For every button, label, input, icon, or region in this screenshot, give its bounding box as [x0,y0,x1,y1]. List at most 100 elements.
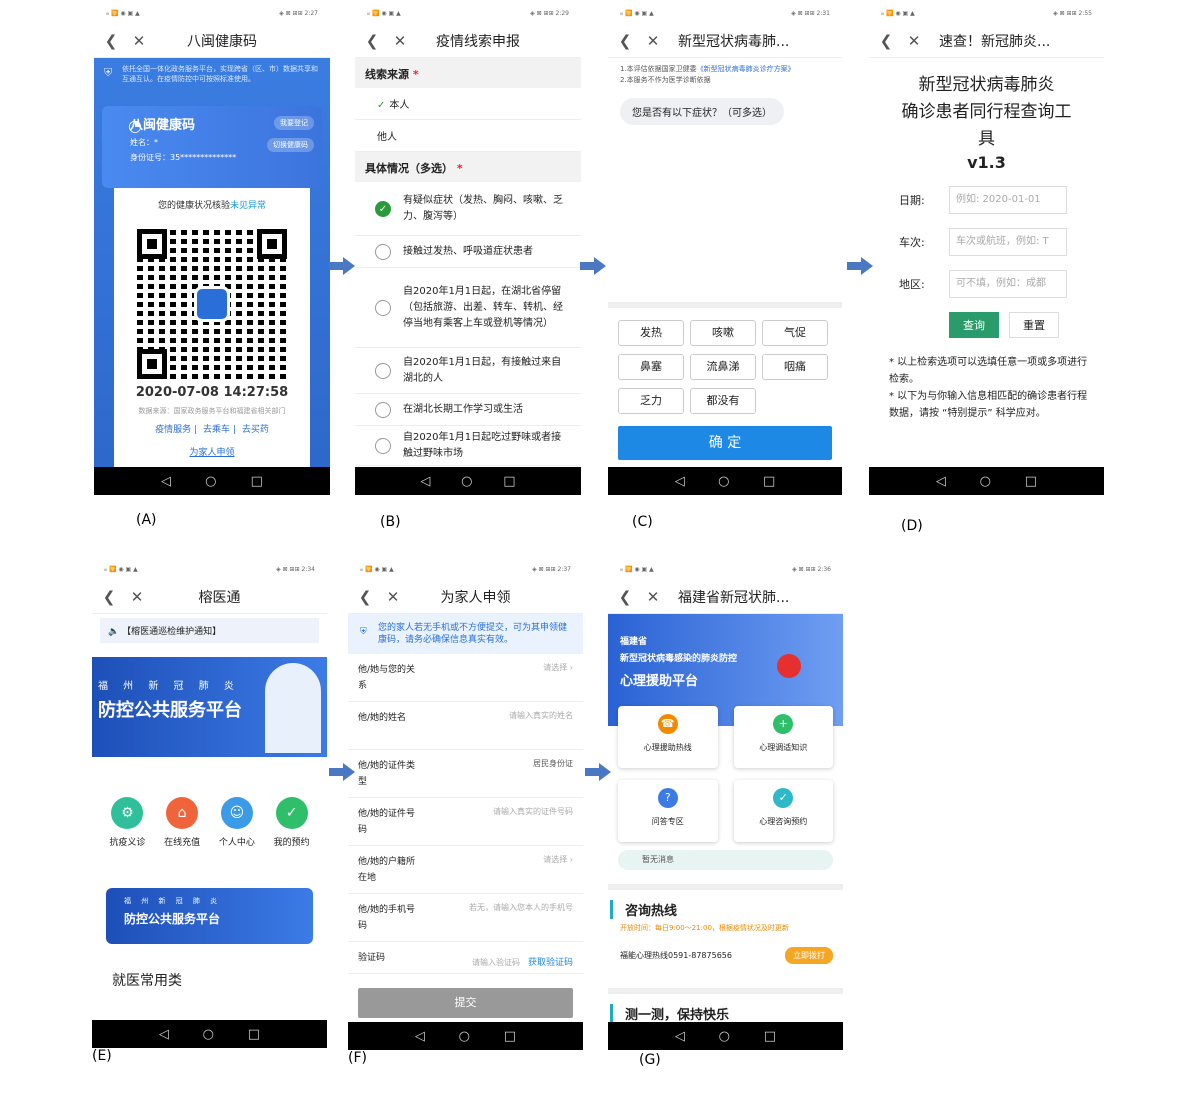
hotline-card[interactable]: ☎ 心理援助热线 [618,706,718,768]
close-icon[interactable]: ✕ [644,588,662,606]
apply-for-family-link[interactable]: 为家人申领 [114,445,310,458]
id-type-row[interactable]: 他/她的证件类型 居民身份证 [348,750,583,798]
close-icon[interactable]: ✕ [128,588,146,606]
back-triangle-icon[interactable]: ◁ [420,474,430,489]
back-icon[interactable]: ❮ [877,32,895,50]
gear-icon: ⚙ [111,797,144,829]
back-icon[interactable]: ❮ [616,32,634,50]
symptom-chip[interactable]: 乏力 [618,388,684,414]
symptom-chip[interactable]: 发热 [618,320,684,346]
area-input[interactable]: 可不填，例如：成都 [949,270,1067,298]
back-triangle-icon[interactable]: ◁ [675,1029,685,1044]
appointment-card[interactable]: ✓ 心理咨询预约 [733,780,833,842]
back-triangle-icon[interactable]: ◁ [159,1027,169,1042]
switch-code-button[interactable]: 切换健康码 [267,138,314,152]
home-circle-icon[interactable]: ○ [718,474,729,489]
home-circle-icon[interactable]: ○ [719,1029,730,1044]
home-circle-icon[interactable]: ○ [459,1029,470,1044]
caption-c: (C) [632,514,653,530]
ride-link[interactable]: 去乘车 [203,425,230,435]
back-icon[interactable]: ❮ [616,588,634,606]
back-triangle-icon[interactable]: ◁ [161,474,171,489]
date-input[interactable]: 例如: 2020-01-01 [949,186,1067,214]
back-triangle-icon[interactable]: ◁ [675,474,685,489]
situation-item[interactable]: ✓ 有疑似症状（发热、胸闷、咳嗽、乏力、腹泻等） [355,182,581,236]
get-code-button[interactable]: 获取验证码 [528,958,573,968]
situation-item[interactable]: 在湖北长期工作学习或生活 [355,394,581,426]
query-button[interactable]: 查询 [949,312,999,338]
train-input[interactable]: 车次或航班，例如: T [949,228,1067,256]
question-icon: ? [657,788,678,808]
back-icon[interactable]: ❮ [100,588,118,606]
call-now-button[interactable]: 立即拨打 [785,947,833,964]
situation-item[interactable]: 自2020年1月1日起吃过野味或者接触过野味市场 [355,426,581,466]
back-icon[interactable]: ❮ [356,588,374,606]
symptom-chip[interactable]: 咳嗽 [690,320,756,346]
symptom-chip[interactable]: 咽痛 [762,354,828,380]
android-nav-bar: ◁ ○ □ [348,1022,583,1050]
reset-button[interactable]: 重置 [1009,312,1059,338]
close-icon[interactable]: ✕ [384,588,402,606]
option-other[interactable]: 他人 [355,120,581,152]
maintenance-notice[interactable]: 🔈 【榕医通巡检维护通知】 [100,618,319,643]
relation-row[interactable]: 他/她与您的关系 请选择 › [348,654,583,702]
service-free-consult[interactable]: ⚙ 抗疫义诊 [102,797,152,848]
situation-item[interactable]: 自2020年1月1日起，在湖北省停留（包括旅游、出差、转车、转机、经停当地有乘客… [355,268,581,348]
situation-item[interactable]: 接触过发热、呼吸道症状患者 [355,236,581,268]
phone-row[interactable]: 他/她的手机号码 若无，请输入您本人的手机号 [348,894,583,942]
service-profile[interactable]: ☺ 个人中心 [212,797,262,848]
service-recharge[interactable]: ⌂ 在线充值 [157,797,207,848]
register-button[interactable]: 我要登记 [274,116,314,130]
name-row[interactable]: 他/她的姓名 请输入真实的姓名 [348,702,583,750]
qa-card[interactable]: ? 问答专区 [618,780,718,842]
recent-square-icon[interactable]: □ [764,1029,776,1044]
recent-square-icon[interactable]: □ [248,1027,260,1042]
recent-square-icon[interactable]: □ [251,474,263,489]
close-icon[interactable]: ✕ [130,32,148,50]
service-appointments[interactable]: ✓ 我的预约 [267,797,317,848]
name-input[interactable]: 请输入真实的姓名 [509,710,573,743]
back-icon[interactable]: ❮ [102,32,120,50]
home-circle-icon[interactable]: ○ [461,474,472,489]
recent-square-icon[interactable]: □ [503,474,515,489]
phone-input[interactable]: 若无，请输入您本人的手机号 [469,902,573,935]
close-icon[interactable]: ✕ [644,32,662,50]
symptom-chip[interactable]: 流鼻涕 [690,354,756,380]
code-input[interactable]: 请输入验证码 [472,958,520,967]
confirm-button[interactable]: 确 定 [618,426,832,460]
submit-button[interactable]: 提交 [358,988,573,1018]
recent-square-icon[interactable]: □ [1025,474,1037,489]
diagnosis-guide-link[interactable]: 《新型冠状病毒肺炎诊疗方案》 [697,65,795,73]
close-icon[interactable]: ✕ [905,32,923,50]
id-number-input[interactable]: 请输入真实的证件号码 [493,806,573,839]
epidemic-service-link[interactable]: 疫情服务 [155,425,191,435]
platform-banner-small[interactable]: 福 州 新 冠 肺 炎 防控公共服务平台 [106,888,313,944]
platform-banner[interactable]: 福 州 新 冠 肺 炎 防控公共服务平台 [92,657,327,757]
back-triangle-icon[interactable]: ◁ [415,1029,425,1044]
panel-g-phone: ᵢₗₗ 🛜 ◉ ▣ ▲ ◈ ⊠ ⊞⊞ 2:36 ❮ ✕ 福建省新冠状肺... 福建… [608,558,843,1050]
household-select[interactable]: 请选择 › [543,854,573,887]
symptom-chip[interactable]: 气促 [762,320,828,346]
id-number-row[interactable]: 他/她的证件号码 请输入真实的证件号码 [348,798,583,846]
recent-square-icon[interactable]: □ [763,474,775,489]
relation-select[interactable]: 请选择 › [543,662,573,695]
buy-medicine-link[interactable]: 去买药 [242,425,269,435]
knowledge-card[interactable]: + 心理调适知识 [733,706,833,768]
option-self[interactable]: ✓ 本人 [355,88,581,120]
home-circle-icon[interactable]: ○ [980,474,991,489]
message-bar[interactable]: 暂无消息 [618,850,833,870]
situation-label: 自2020年1月1日起，有接触过来自湖北的人 [403,356,562,384]
symptom-chip[interactable]: 都没有 [690,388,756,414]
back-icon[interactable]: ❮ [363,32,381,50]
close-icon[interactable]: ✕ [391,32,409,50]
home-circle-icon[interactable]: ○ [203,1027,214,1042]
recent-square-icon[interactable]: □ [504,1029,516,1044]
home-circle-icon[interactable]: ○ [205,474,216,489]
name-label: 他/她的姓名 [358,713,407,723]
situation-item[interactable]: 自2020年1月1日起，有接触过来自湖北的人 [355,348,581,394]
symptom-chip[interactable]: 鼻塞 [618,354,684,380]
household-row[interactable]: 他/她的户籍所在地 请选择 › [348,846,583,894]
back-triangle-icon[interactable]: ◁ [936,474,946,489]
id-type-select[interactable]: 居民身份证 [533,758,573,791]
service-label: 个人中心 [218,838,255,848]
